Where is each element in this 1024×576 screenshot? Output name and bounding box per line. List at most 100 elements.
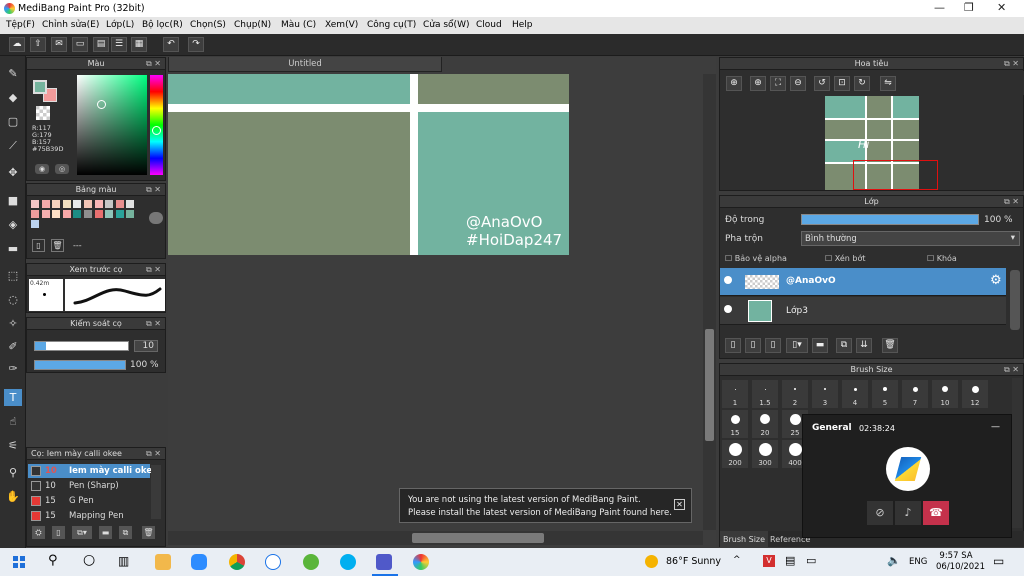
notice-line2[interactable]: Please install the latest version of Med… [408, 507, 691, 520]
new-brush-icon[interactable]: ▯ [52, 526, 65, 539]
chrome-icon[interactable] [229, 554, 245, 570]
brush-size-option[interactable]: 300 [752, 440, 778, 468]
tray-chevron-icon[interactable]: ^ [733, 555, 741, 565]
gear-icon[interactable]: ⚙ [990, 273, 1002, 288]
medibang-taskbar-icon[interactable] [413, 554, 429, 570]
palette-swatch[interactable] [94, 200, 103, 208]
hue-handle[interactable] [152, 126, 161, 135]
menu-filter[interactable]: Bộ lọc(R) [142, 20, 183, 30]
call-minimize-button[interactable]: — [991, 422, 1000, 432]
hang-up-icon[interactable]: ☎ [923, 501, 949, 525]
zoom-in-icon[interactable]: ⊕ [726, 76, 742, 91]
copy-brush-icon[interactable]: ⧉ [119, 526, 132, 539]
brush-opacity-slider[interactable] [34, 360, 126, 370]
palette-swatch[interactable] [73, 200, 82, 208]
windows-start-icon[interactable] [13, 556, 25, 568]
select-rect-icon[interactable]: ⬚ [4, 267, 22, 284]
eraser-tool-icon[interactable]: ◆ [4, 89, 22, 106]
cloud-icon[interactable]: ☁ [9, 37, 25, 52]
brush-size-option[interactable]: 12 [962, 380, 988, 408]
task-view-icon[interactable]: ▥ [118, 554, 129, 568]
select-eraser-icon[interactable]: ✑ [4, 360, 22, 377]
brush-size-option[interactable]: 2 [782, 380, 808, 408]
new-layer-icon[interactable]: ▯ [725, 338, 741, 353]
palette-swatch[interactable] [126, 200, 135, 208]
antivirus-icon[interactable]: V [763, 555, 775, 567]
upload-icon[interactable]: ⇧ [30, 37, 46, 52]
palette-scroll-handle[interactable] [149, 212, 163, 224]
palette-swatch[interactable] [73, 210, 82, 218]
brush-size-option[interactable]: 4 [842, 380, 868, 408]
horizontal-scroll-thumb[interactable] [412, 533, 544, 543]
brush-list-item[interactable]: 10 Iem mày calli okee [28, 464, 158, 478]
skype-icon[interactable] [340, 554, 356, 570]
viewport-rectangle[interactable] [853, 160, 938, 190]
menu-view[interactable]: Xem(V) [325, 20, 358, 30]
menu-select[interactable]: Chọn(S) [190, 20, 226, 30]
eyedropper-icon[interactable]: ⚲ [4, 464, 22, 481]
weather-text[interactable]: 86°F Sunny [666, 556, 721, 567]
language-indicator[interactable]: ENG [909, 557, 927, 567]
palette-swatch[interactable] [115, 210, 124, 218]
palette-swatch[interactable] [52, 210, 61, 218]
rotate-right-icon[interactable]: ↻ [854, 76, 870, 91]
chat-icon[interactable]: ▭ [72, 37, 88, 52]
zoom-icon[interactable] [191, 554, 207, 570]
redo-icon[interactable]: ↷ [188, 37, 204, 52]
zoom-out-icon[interactable]: ⊖ [790, 76, 806, 91]
brush-list-item[interactable]: 15 G Pen [28, 494, 150, 508]
vertical-scroll-thumb[interactable] [705, 329, 714, 441]
clock[interactable]: 9:57 SA 06/10/2021 [936, 551, 985, 573]
file-explorer-icon[interactable] [155, 554, 171, 570]
tab-untitled[interactable]: Untitled [168, 57, 442, 72]
popout-icon[interactable]: ⧉ ✕ [146, 318, 161, 330]
add-layer-menu-icon[interactable]: ▯▾ [786, 338, 808, 353]
duplicate-layer-icon[interactable]: ⧉ [836, 338, 852, 353]
fit-icon[interactable]: ⛶ [770, 76, 786, 91]
brush-size-scrollbar[interactable] [1012, 378, 1022, 528]
notice-close-icon[interactable]: ✕ [674, 499, 685, 510]
brush-size-option[interactable]: 1.5 [752, 380, 778, 408]
tab-brush-size[interactable]: Brush Size [720, 531, 769, 547]
navigator-thumbnail[interactable]: Hi [825, 96, 938, 190]
checkbox-icon[interactable]: ☐ [825, 254, 832, 263]
menu-color[interactable]: Màu (C) [281, 20, 316, 30]
popout-icon[interactable]: ⧉ ✕ [1004, 364, 1019, 376]
flip-icon[interactable]: ⇋ [880, 76, 896, 91]
menu-cloud[interactable]: Cloud [476, 20, 502, 30]
color-mode-icon[interactable]: ◉ [35, 164, 49, 174]
popout-icon[interactable]: ⧉ ✕ [146, 264, 161, 276]
menu-capture[interactable]: Chụp(N) [234, 20, 271, 30]
new-halftone-layer-icon[interactable]: ▯ [745, 338, 761, 353]
gradient-tool-icon[interactable]: ▬ [4, 240, 22, 257]
rectangle-tool-icon[interactable]: ▢ [4, 113, 22, 130]
volume-icon[interactable]: 🔈 [887, 554, 901, 567]
brush-size-option[interactable]: 3 [812, 380, 838, 408]
palette-swatch[interactable] [94, 210, 103, 218]
menu-help[interactable]: Help [512, 20, 533, 30]
text-tool-icon[interactable]: T [4, 389, 22, 406]
brush-size-value[interactable]: 10 [134, 340, 158, 352]
add-brush-icon[interactable]: ⛭ [32, 526, 45, 539]
brush-list-item[interactable]: 10 Pen (Sharp) [28, 479, 150, 493]
line-tool-icon[interactable]: ⟋ [4, 137, 22, 154]
vertical-scrollbar[interactable] [703, 74, 716, 530]
zalo-icon[interactable] [265, 554, 281, 570]
minimize-button[interactable]: — [934, 1, 945, 14]
menu-tools[interactable]: Công cụ(T) [367, 20, 416, 30]
search-icon[interactable]: ⚲ [48, 553, 58, 568]
eye-icon[interactable] [724, 276, 732, 284]
layer-row[interactable]: @AnaOvO ⚙ [720, 268, 1006, 296]
popout-icon[interactable]: ⧉ ✕ [146, 448, 161, 460]
palette-swatch[interactable] [31, 210, 39, 218]
brush-size-option[interactable]: 15 [722, 410, 748, 438]
brush-size-slider[interactable] [34, 341, 129, 351]
popout-icon[interactable]: ⧉ ✕ [146, 184, 161, 196]
coccoc-icon[interactable] [303, 554, 319, 570]
notification-icon[interactable]: ▭ [993, 554, 1004, 568]
network-icon[interactable]: ▤ [785, 554, 795, 567]
brush-size-option[interactable]: 200 [722, 440, 748, 468]
brush-list-scrollbar[interactable] [151, 465, 161, 519]
merge-layer-icon[interactable]: ⇊ [856, 338, 872, 353]
brush-size-option[interactable]: 1 [722, 380, 748, 408]
